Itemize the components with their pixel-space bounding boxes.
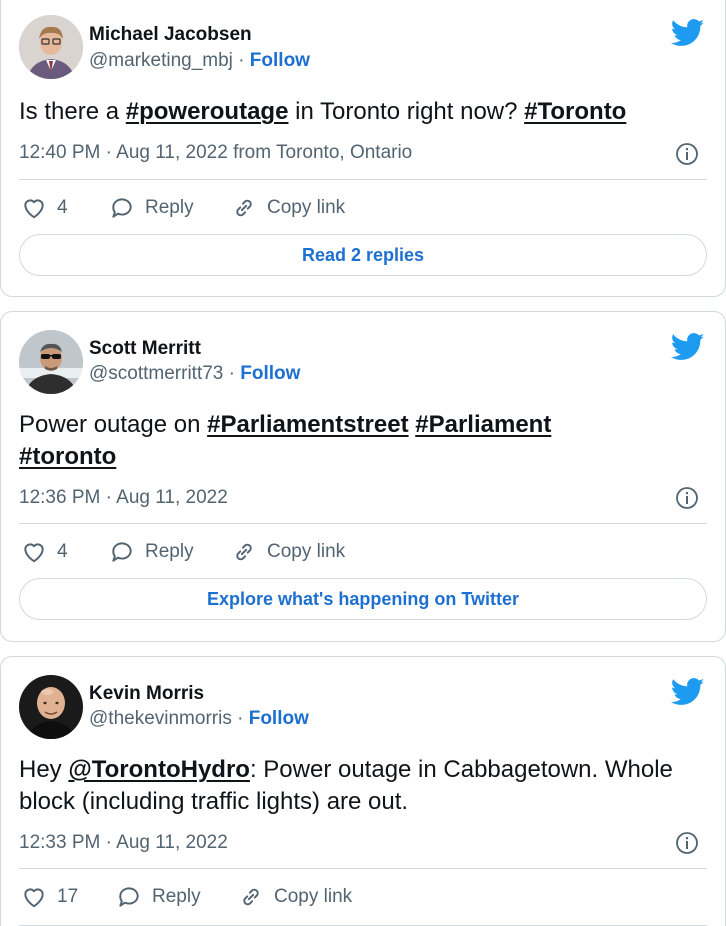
author-handle-line: @thekevinmorris · Follow <box>89 708 309 730</box>
like-count: 4 <box>57 541 68 562</box>
tweet-card: Scott Merritt @scottmerritt73 · Follow P… <box>0 311 726 642</box>
avatar[interactable] <box>19 330 83 394</box>
divider <box>19 179 707 180</box>
copy-link-label: Copy link <box>274 886 353 907</box>
tweet-text-segment: in Toronto right now? <box>288 98 525 125</box>
action-bar: 4 Reply Copy link <box>19 193 709 223</box>
follow-link[interactable]: Follow <box>250 50 310 71</box>
copy-link-button[interactable]: Copy link <box>231 537 345 567</box>
author-handle-line: @marketing_mbj · Follow <box>89 50 310 72</box>
copy-link-button[interactable]: Copy link <box>238 882 352 912</box>
info-icon[interactable] <box>675 142 699 166</box>
tweet-text-segment: Hey <box>19 756 69 783</box>
tweet-text: Is there a #poweroutage in Toronto right… <box>19 96 699 128</box>
heart-icon <box>24 199 44 219</box>
reply-button[interactable]: Reply <box>109 193 194 223</box>
link-icon <box>236 199 252 217</box>
follow-link[interactable]: Follow <box>240 363 300 384</box>
copy-link-button[interactable]: Copy link <box>231 193 345 223</box>
link-icon <box>236 543 252 561</box>
author-handle[interactable]: @marketing_mbj <box>89 50 233 71</box>
hashtag-link[interactable]: #Toronto <box>524 98 626 125</box>
info-icon[interactable] <box>675 831 699 855</box>
twitter-bird-icon[interactable] <box>671 19 705 47</box>
hashtag-link[interactable]: #toronto <box>19 443 116 470</box>
reply-bubble-icon <box>119 887 139 907</box>
like-count: 4 <box>57 197 68 218</box>
reply-label: Reply <box>152 886 201 907</box>
tweet-text: Hey @TorontoHydro: Power outage in Cabba… <box>19 754 699 818</box>
copy-link-label: Copy link <box>267 541 346 562</box>
divider <box>19 523 707 524</box>
like-button[interactable]: 4 <box>21 193 68 223</box>
hashtag-link[interactable]: #poweroutage <box>126 98 289 125</box>
author-name[interactable]: Scott Merritt <box>89 338 201 360</box>
like-button[interactable]: 17 <box>21 882 78 912</box>
separator-dot: · <box>228 363 235 384</box>
avatar[interactable] <box>19 15 83 79</box>
timestamp[interactable]: 12:40 PM · Aug 11, 2022 from Toronto, On… <box>19 142 412 164</box>
read-replies-button[interactable]: Read 2 replies <box>19 234 707 276</box>
twitter-bird-icon[interactable] <box>671 333 705 361</box>
avatar-sunglasses-man-icon <box>19 330 83 394</box>
separator-dot: · <box>238 50 245 71</box>
tweet-text: Power outage on #Parliamentstreet #Parli… <box>19 409 699 473</box>
tweet-text-segment: Power outage on <box>19 411 208 438</box>
mention-link[interactable]: @TorontoHydro <box>68 756 250 783</box>
twitter-bird-icon[interactable] <box>671 678 705 706</box>
separator-dot: · <box>237 708 244 729</box>
tweet-card: Kevin Morris @thekevinmorris · Follow He… <box>0 656 726 926</box>
like-count: 17 <box>57 886 79 907</box>
heart-icon <box>24 543 44 563</box>
timestamp[interactable]: 12:36 PM · Aug 11, 2022 <box>19 487 228 509</box>
author-handle-line: @scottmerritt73 · Follow <box>89 363 300 385</box>
like-button[interactable]: 4 <box>21 537 68 567</box>
explore-twitter-button[interactable]: Explore what's happening on Twitter <box>19 578 707 620</box>
action-bar: 4 Reply Copy link <box>19 537 709 567</box>
author-name[interactable]: Kevin Morris <box>89 683 204 705</box>
reply-button[interactable]: Reply <box>116 882 201 912</box>
action-bar: 17 Reply Copy link <box>19 882 709 912</box>
author-handle[interactable]: @scottmerritt73 <box>89 363 223 384</box>
author-handle[interactable]: @thekevinmorris <box>89 708 232 729</box>
divider <box>19 868 707 869</box>
hashtag-link[interactable]: #Parliament <box>415 411 551 438</box>
avatar-bald-man-icon <box>19 675 83 739</box>
follow-link[interactable]: Follow <box>249 708 309 729</box>
tweet-text-segment: Is there a <box>19 98 126 125</box>
author-name[interactable]: Michael Jacobsen <box>89 24 252 46</box>
hashtag-link[interactable]: #Parliamentstreet <box>207 411 408 438</box>
timestamp[interactable]: 12:33 PM · Aug 11, 2022 <box>19 832 228 854</box>
heart-icon <box>24 888 44 908</box>
avatar[interactable] <box>19 675 83 739</box>
reply-label: Reply <box>145 541 194 562</box>
reply-bubble-icon <box>112 542 132 562</box>
reply-button[interactable]: Reply <box>109 537 194 567</box>
tweet-card: Michael Jacobsen @marketing_mbj · Follow… <box>0 0 726 297</box>
info-icon[interactable] <box>675 486 699 510</box>
copy-link-label: Copy link <box>267 197 346 218</box>
reply-bubble-icon <box>112 198 132 218</box>
link-icon <box>243 888 259 906</box>
avatar-suit-man-icon <box>19 15 83 79</box>
reply-label: Reply <box>145 197 194 218</box>
